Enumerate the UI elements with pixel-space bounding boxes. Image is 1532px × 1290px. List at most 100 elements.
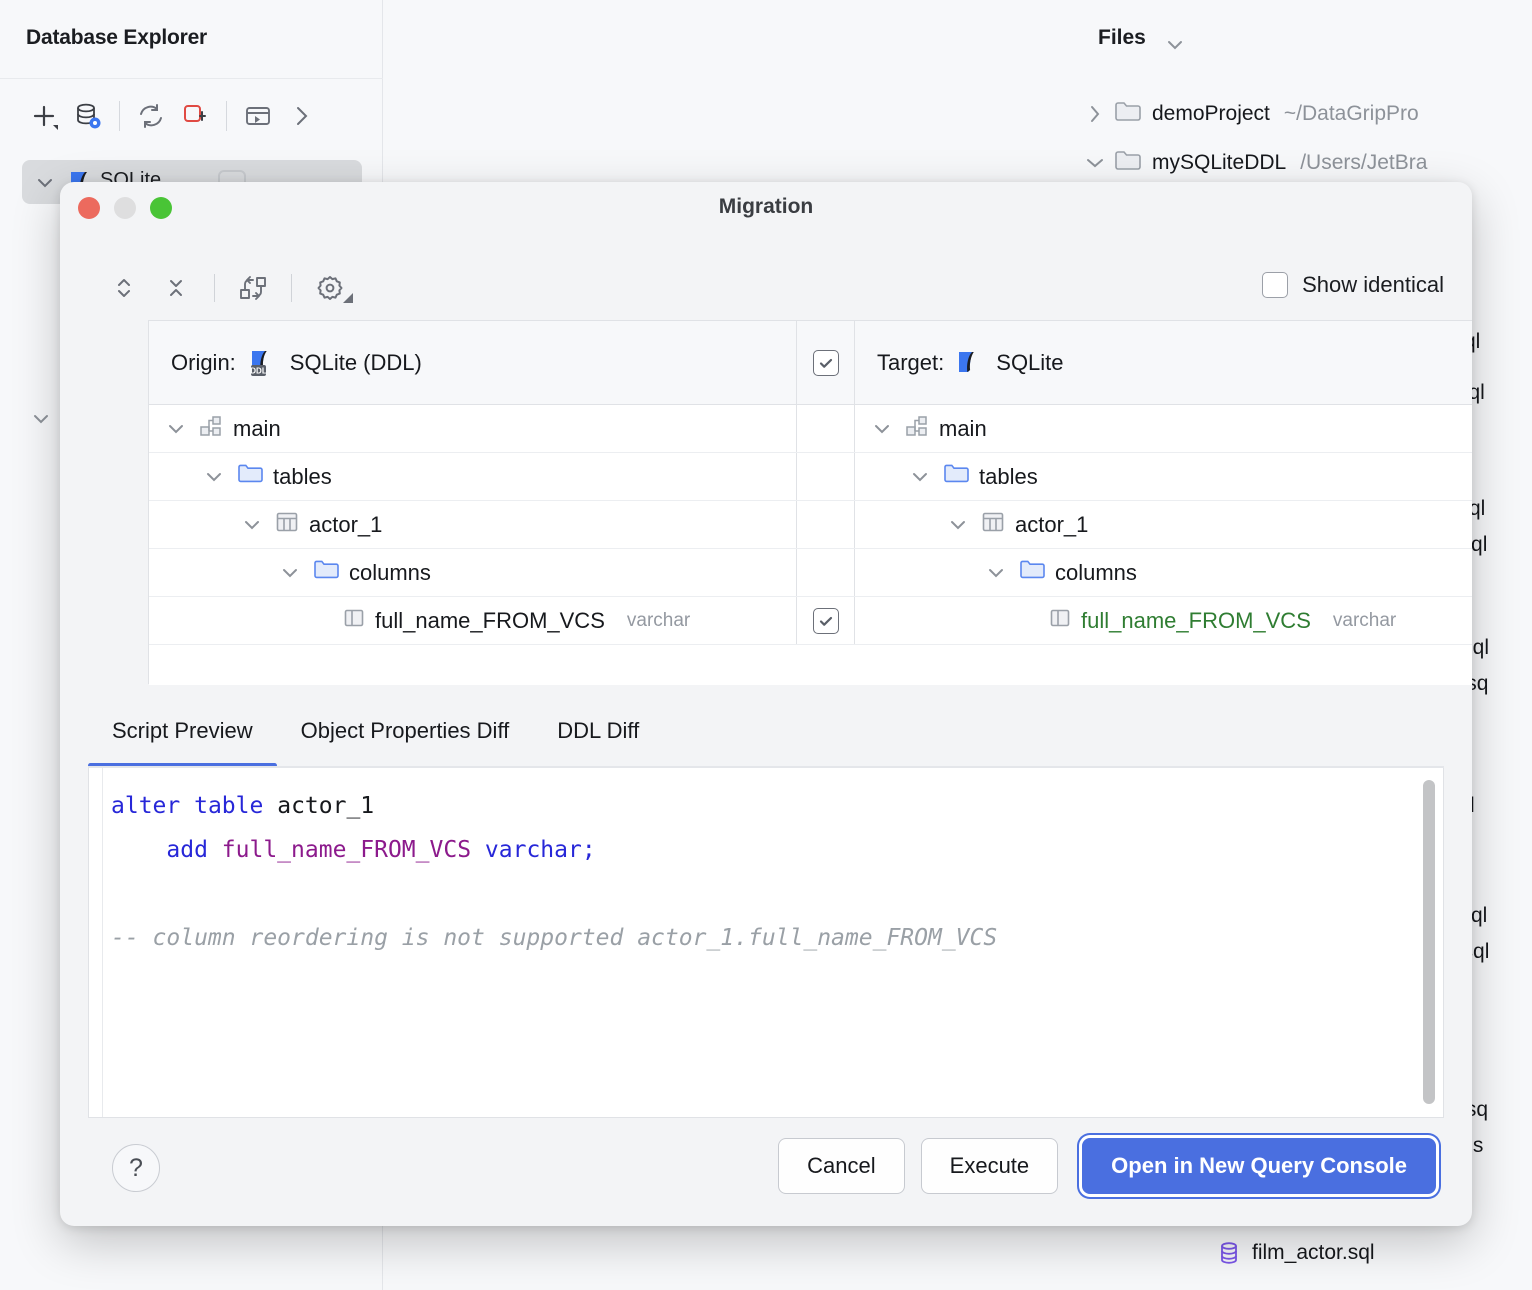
database-settings-icon[interactable] — [66, 94, 110, 138]
origin-label: Origin: — [171, 350, 236, 376]
file-entry-film-actor[interactable]: film_actor.sql — [1216, 1240, 1375, 1266]
table-row[interactable]: full_name_FROM_VCS varchar full_name_FRO… — [149, 597, 1472, 645]
chevron-down-icon[interactable] — [1163, 33, 1187, 62]
file-path: ~/DataGripPro — [1284, 102, 1419, 126]
disconnect-icon[interactable] — [173, 94, 217, 138]
file-row-mysqliteddl[interactable]: mySQLiteDDL /Users/JetBra — [1080, 146, 1427, 180]
diff-tree-table: Origin: DDL SQLite (DDL) — [148, 320, 1472, 684]
checkbox-checked[interactable] — [813, 608, 839, 634]
tab-object-properties-diff[interactable]: Object Properties Diff — [277, 712, 534, 768]
toolbar-separator — [214, 274, 215, 302]
help-button[interactable]: ? — [112, 1144, 160, 1192]
table-row[interactable]: main main — [149, 405, 1472, 453]
row-checkbox-cell[interactable] — [797, 597, 855, 644]
node-label: tables — [979, 464, 1038, 490]
code-keyword-alter: alter — [111, 793, 180, 819]
tab-script-preview[interactable]: Script Preview — [88, 712, 277, 768]
chevron-down-icon[interactable] — [277, 563, 303, 583]
table-icon — [981, 510, 1005, 540]
tab-label: Object Properties Diff — [301, 718, 510, 743]
target-cell[interactable]: full_name_FROM_VCS varchar — [855, 597, 1472, 644]
open-in-new-query-console-button[interactable]: Open in New Query Console — [1082, 1138, 1436, 1194]
editor-vertical-scrollbar[interactable] — [1423, 780, 1435, 1104]
column-icon — [1049, 607, 1071, 635]
tab-ddl-diff[interactable]: DDL Diff — [533, 712, 663, 768]
origin-value: SQLite (DDL) — [290, 350, 422, 376]
chevron-down-icon[interactable] — [907, 467, 933, 487]
files-panel-title: Files — [1098, 26, 1146, 50]
table-row[interactable]: columns columns — [149, 549, 1472, 597]
chevron-down-icon-2[interactable] — [30, 408, 52, 435]
chevron-down-icon[interactable] — [239, 515, 265, 535]
database-file-icon — [1216, 1240, 1242, 1266]
code-identifier-table: actor_1 — [277, 793, 374, 819]
database-explorer-toolbar — [22, 94, 324, 138]
target-cell[interactable]: tables — [855, 453, 1472, 500]
expand-collapse-icon[interactable] — [98, 262, 150, 314]
chevron-down-icon[interactable] — [34, 172, 56, 199]
folder-icon — [237, 463, 263, 491]
checkbox-checked[interactable] — [813, 350, 839, 376]
preview-tabs: Script Preview Object Properties Diff DD… — [88, 712, 1444, 768]
origin-cell[interactable]: columns — [149, 549, 797, 596]
origin-cell[interactable]: full_name_FROM_VCS varchar — [149, 597, 797, 644]
origin-header-cell: Origin: DDL SQLite (DDL) — [149, 321, 797, 404]
chevron-right-icon[interactable] — [1080, 103, 1110, 125]
origin-cell[interactable]: main — [149, 405, 797, 452]
origin-header-checkbox-cell[interactable] — [797, 321, 855, 404]
file-row-demoproject[interactable]: demoProject ~/DataGripPro — [1080, 97, 1419, 131]
diff-header-row: Origin: DDL SQLite (DDL) — [149, 321, 1472, 405]
chevron-right-icon[interactable] — [280, 94, 324, 138]
swap-sides-icon[interactable] — [227, 262, 279, 314]
target-cell[interactable]: main — [855, 405, 1472, 452]
folder-icon — [943, 463, 969, 491]
sqlite-icon — [956, 349, 984, 377]
diff-toolbar — [98, 262, 368, 314]
checkbox-box[interactable] — [1262, 272, 1288, 298]
chevron-down-icon[interactable] — [869, 419, 895, 439]
code-comment: -- column reordering is not supported ac… — [111, 925, 997, 951]
execute-button[interactable]: Execute — [921, 1138, 1059, 1194]
tab-label: Script Preview — [112, 718, 253, 743]
schema-icon — [199, 415, 223, 443]
code-column-name: full_name_FROM_VCS — [222, 837, 471, 863]
file-label: film_actor.sql — [1252, 1241, 1375, 1265]
file-path: /Users/JetBra — [1300, 151, 1427, 175]
settings-dropdown-arrow-icon[interactable] — [342, 291, 354, 309]
collapse-all-icon[interactable] — [150, 262, 202, 314]
dialog-footer: ? Cancel Execute Open in New Query Conso… — [60, 1116, 1472, 1226]
table-row[interactable]: actor_1 actor_1 — [149, 501, 1472, 549]
code-keyword-table: table — [194, 793, 263, 819]
node-label: columns — [1055, 560, 1137, 586]
chevron-down-icon[interactable] — [201, 467, 227, 487]
footer-buttons: Cancel Execute Open in New Query Console — [778, 1138, 1440, 1194]
script-preview-editor[interactable]: alter table actor_1 add full_name_FROM_V… — [88, 768, 1444, 1118]
chevron-down-icon[interactable] — [1080, 152, 1110, 174]
toolbar-separator-2 — [226, 101, 227, 131]
chevron-down-icon[interactable] — [945, 515, 971, 535]
target-cell[interactable]: actor_1 — [855, 501, 1472, 548]
table-row[interactable]: tables tables — [149, 453, 1472, 501]
target-cell[interactable]: columns — [855, 549, 1472, 596]
row-checkbox-cell — [797, 501, 855, 548]
node-label: main — [233, 416, 281, 442]
origin-cell[interactable]: actor_1 — [149, 501, 797, 548]
show-identical-checkbox[interactable]: Show identical — [1262, 272, 1444, 298]
refresh-icon[interactable] — [129, 94, 173, 138]
origin-cell[interactable]: tables — [149, 453, 797, 500]
code-semicolon: ; — [582, 837, 596, 863]
target-label: Target: — [877, 350, 944, 376]
cancel-button[interactable]: Cancel — [778, 1138, 904, 1194]
chevron-down-icon[interactable] — [983, 563, 1009, 583]
node-label: full_name_FROM_VCS — [1081, 608, 1311, 634]
chevron-down-icon[interactable] — [163, 419, 189, 439]
open-console-icon[interactable] — [236, 94, 280, 138]
file-name: demoProject — [1152, 102, 1270, 126]
row-checkbox-cell — [797, 405, 855, 452]
node-label: main — [939, 416, 987, 442]
node-label: full_name_FROM_VCS — [375, 608, 605, 634]
migration-dialog: Migration — [60, 182, 1472, 1226]
code-keyword-add: add — [166, 837, 208, 863]
add-icon[interactable] — [22, 94, 66, 138]
row-checkbox-cell — [797, 549, 855, 596]
